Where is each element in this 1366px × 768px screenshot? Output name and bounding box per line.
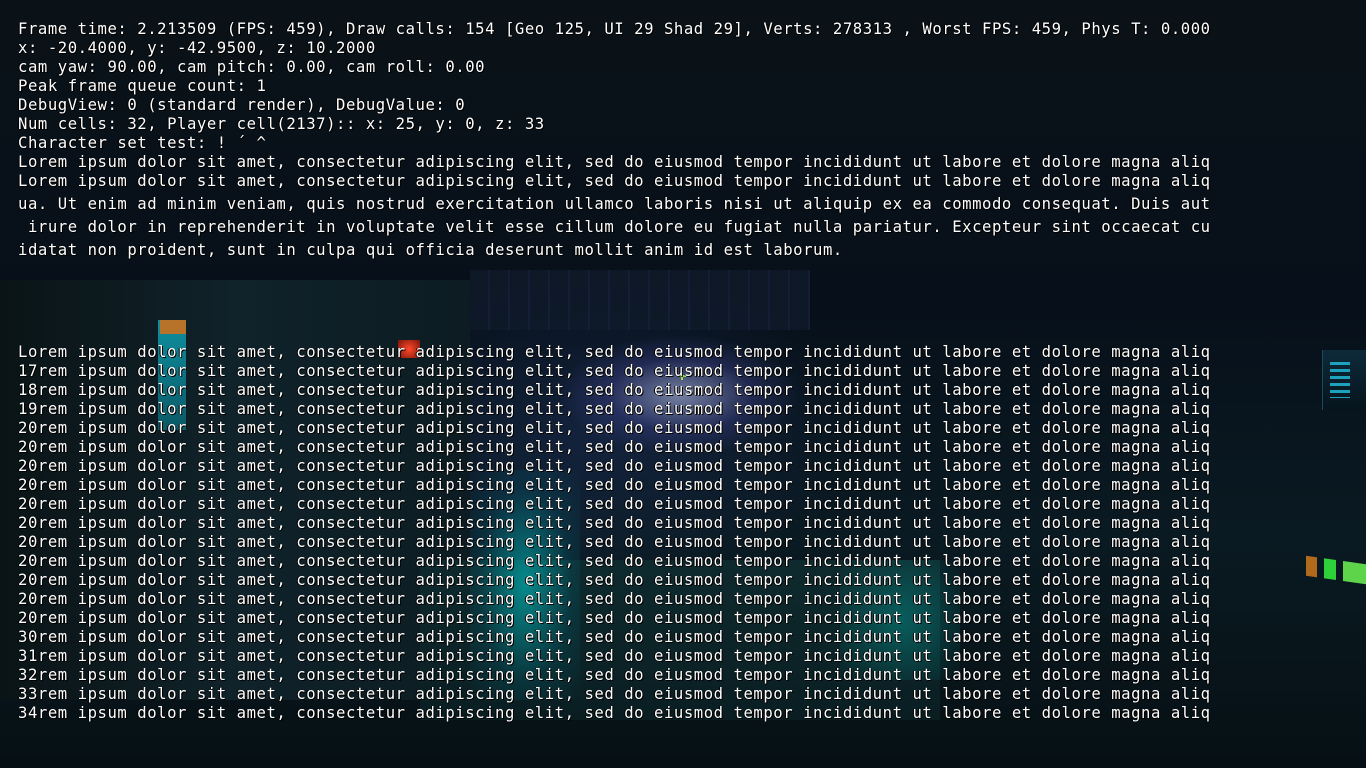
numbered-line: 32rem ipsum dolor sit amet, consectetur … [18, 666, 1211, 684]
debug-frame-queue: Peak frame queue count: 1 [18, 77, 267, 95]
numbered-line: 20rem ipsum dolor sit amet, consectetur … [18, 533, 1211, 551]
numbered-line: 18rem ipsum dolor sit amet, consectetur … [18, 381, 1211, 399]
numbered-line: 20rem ipsum dolor sit amet, consectetur … [18, 438, 1211, 456]
scene-orange-panel [160, 320, 186, 334]
numbered-line: 20rem ipsum dolor sit amet, consectetur … [18, 552, 1211, 570]
numbered-line: 20rem ipsum dolor sit amet, consectetur … [18, 476, 1211, 494]
numbered-line: 19rem ipsum dolor sit amet, consectetur … [18, 400, 1211, 418]
numbered-line: 34rem ipsum dolor sit amet, consectetur … [18, 704, 1211, 722]
wrapped-text-line: ua. Ut enim ad minim veniam, quis nostru… [18, 195, 1211, 213]
numbered-line: 20rem ipsum dolor sit amet, consectetur … [18, 457, 1211, 475]
numbered-line: Lorem ipsum dolor sit amet, consectetur … [18, 343, 1211, 361]
numbered-line: 20rem ipsum dolor sit amet, consectetur … [18, 571, 1211, 589]
numbered-line: 30rem ipsum dolor sit amet, consectetur … [18, 628, 1211, 646]
wrapped-text-line: Lorem ipsum dolor sit amet, consectetur … [18, 172, 1211, 190]
debug-camera: cam yaw: 90.00, cam pitch: 0.00, cam rol… [18, 58, 486, 76]
numbered-line: 20rem ipsum dolor sit amet, consectetur … [18, 419, 1211, 437]
numbered-line: 20rem ipsum dolor sit amet, consectetur … [18, 514, 1211, 532]
debug-position: x: -20.4000, y: -42.9500, z: 10.2000 [18, 39, 376, 57]
debug-cells: Num cells: 32, Player cell(2137):: x: 25… [18, 115, 545, 133]
numbered-line: 20rem ipsum dolor sit amet, consectetur … [18, 609, 1211, 627]
debug-view: DebugView: 0 (standard render), DebugVal… [18, 96, 466, 114]
scene-corridor-ceiling [470, 270, 810, 330]
scene-green-indicator-lights [1306, 555, 1366, 585]
wrapped-text-line: Lorem ipsum dolor sit amet, consectetur … [18, 153, 1211, 171]
numbered-line: 33rem ipsum dolor sit amet, consectetur … [18, 685, 1211, 703]
scene-right-panel-lights [1330, 362, 1350, 398]
wrapped-text-line: idatat non proident, sunt in culpa qui o… [18, 241, 843, 259]
game-viewport[interactable]: Frame time: 2.213509 (FPS: 459), Draw ca… [0, 0, 1366, 768]
debug-charset: Character set test: ! ´ ^ [18, 134, 267, 152]
wrapped-text-line: irure dolor in reprehenderit in voluptat… [18, 218, 1211, 236]
numbered-line: 31rem ipsum dolor sit amet, consectetur … [18, 647, 1211, 665]
numbered-line: 20rem ipsum dolor sit amet, consectetur … [18, 590, 1211, 608]
numbered-line: 17rem ipsum dolor sit amet, consectetur … [18, 362, 1211, 380]
numbered-line: 20rem ipsum dolor sit amet, consectetur … [18, 495, 1211, 513]
debug-frame-time: Frame time: 2.213509 (FPS: 459), Draw ca… [18, 20, 1211, 38]
